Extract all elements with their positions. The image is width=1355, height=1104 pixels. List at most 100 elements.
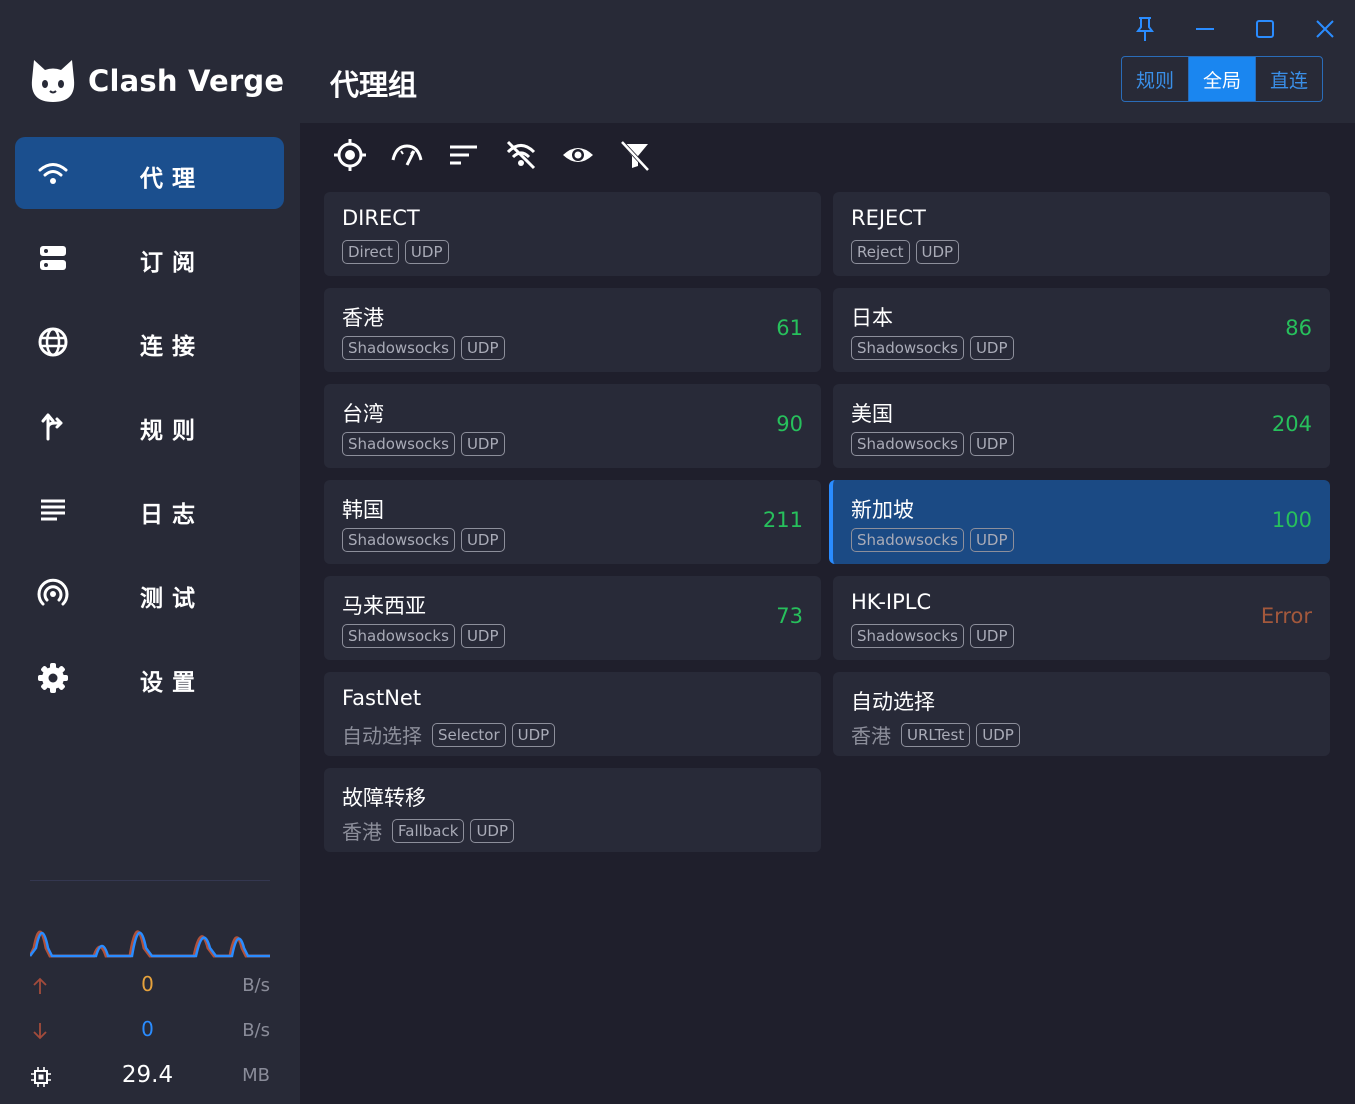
proxy-name: HK-IPLC [851, 590, 932, 614]
mode-global-button[interactable]: 全局 [1188, 57, 1255, 101]
download-speed: 0 [141, 1017, 154, 1041]
sidebar-item-settings[interactable]: 设置 [15, 641, 284, 713]
proxy-group-fallback[interactable]: 故障转移 香港 Fallback UDP [324, 768, 821, 852]
udp-tag: UDP [969, 336, 1014, 360]
proxy-name: 自动选择 [851, 690, 935, 714]
filter-off-icon[interactable] [618, 138, 652, 172]
udp-tag: UDP [969, 432, 1014, 456]
current-selection: 香港 [851, 724, 891, 748]
udp-tag: UDP [470, 818, 515, 843]
udp-tag: UDP [404, 240, 449, 264]
sort-icon[interactable] [447, 138, 481, 172]
locate-icon[interactable] [333, 138, 367, 172]
sidebar-item-label: 订阅 [140, 250, 204, 276]
pin-icon[interactable] [1130, 14, 1160, 44]
proxy-delay[interactable]: 73 [776, 604, 803, 628]
proxy-tags: Shadowsocks UDP [342, 336, 511, 360]
proxy-card-korea[interactable]: 韩国 Shadowsocks UDP 211 [324, 480, 821, 564]
minimize-icon[interactable] [1190, 14, 1220, 44]
sidebar-item-logs[interactable]: 日志 [15, 473, 284, 545]
upload-row: 0 B/s [30, 972, 270, 1002]
download-row: 0 B/s [30, 1017, 270, 1047]
sidebar-item-label: 连接 [140, 334, 204, 360]
proxy-delay-error[interactable]: Error [1261, 604, 1312, 628]
proxy-card-singapore[interactable]: 新加坡 Shadowsocks UDP 100 [829, 480, 1330, 564]
radar-icon [37, 578, 69, 606]
sidebar-nav: 代理 订阅 连接 规则 日志 测试 设置 [15, 137, 284, 725]
proxy-tags: Reject UDP [851, 240, 965, 264]
memory-row: 29.4 MB [30, 1062, 270, 1092]
proxy-card-direct[interactable]: DIRECT Direct UDP [324, 192, 821, 276]
proxy-group-fastnet[interactable]: FastNet 自动选择 Selector UDP [324, 672, 821, 756]
udp-tag: UDP [460, 528, 505, 552]
sidebar-item-label: 设置 [140, 670, 204, 696]
traffic-graph [30, 930, 270, 958]
sidebar-item-proxy[interactable]: 代理 [15, 137, 284, 209]
proxy-type-tag: URLTest [901, 722, 971, 747]
udp-tag: UDP [460, 336, 505, 360]
page-title: 代理组 [330, 68, 418, 102]
proxy-name: 美国 [851, 402, 893, 426]
proxy-name: 故障转移 [342, 786, 426, 810]
proxy-card-japan[interactable]: 日本 Shadowsocks UDP 86 [833, 288, 1330, 372]
sidebar-item-label: 测试 [140, 586, 204, 612]
current-selection: 自动选择 [342, 724, 422, 748]
proxy-tags: Shadowsocks UDP [851, 432, 1020, 456]
sidebar-item-connections[interactable]: 连接 [15, 305, 284, 377]
proxy-card-malaysia[interactable]: 马来西亚 Shadowsocks UDP 73 [324, 576, 821, 660]
list-icon [41, 499, 65, 521]
proxy-group-auto-select[interactable]: 自动选择 香港 URLTest UDP [833, 672, 1330, 756]
proxy-name: FastNet [342, 686, 422, 710]
proxy-type-tag: Fallback [392, 818, 465, 843]
sidebar-item-subscription[interactable]: 订阅 [15, 221, 284, 293]
maximize-icon[interactable] [1250, 14, 1280, 44]
sidebar-item-test[interactable]: 测试 [15, 557, 284, 629]
proxy-card-reject[interactable]: REJECT Reject UDP [833, 192, 1330, 276]
window-controls [1130, 14, 1340, 44]
proxy-card-usa[interactable]: 美国 Shadowsocks UDP 204 [833, 384, 1330, 468]
proxy-tags: Shadowsocks UDP [342, 624, 511, 648]
proxy-name: 日本 [851, 306, 893, 330]
proxy-card-taiwan[interactable]: 台湾 Shadowsocks UDP 90 [324, 384, 821, 468]
memory-unit: MB [242, 1065, 270, 1086]
proxy-delay[interactable]: 61 [776, 316, 803, 340]
speed-test-icon[interactable] [390, 138, 424, 172]
proxy-name: REJECT [851, 206, 926, 230]
sidebar-item-rules[interactable]: 规则 [15, 389, 284, 461]
proxy-type-tag: Direct [342, 240, 399, 264]
proxy-delay[interactable]: 90 [776, 412, 803, 436]
app-name: Clash Verge [88, 64, 285, 98]
gear-icon [38, 663, 68, 693]
view-icon[interactable] [561, 138, 595, 172]
sidebar: Clash Verge 代理 订阅 连接 规则 日志 测试 设置 0 B/s 0… [0, 0, 300, 1104]
cat-logo-icon [31, 60, 75, 102]
hide-unavailable-icon[interactable] [504, 138, 538, 172]
proxy-delay[interactable]: 204 [1272, 412, 1312, 436]
memory-usage: 29.4 [121, 1062, 174, 1088]
proxy-tags: Shadowsocks UDP [851, 528, 1020, 552]
proxy-type-tag: Selector [432, 722, 506, 747]
download-unit: B/s [242, 1020, 270, 1041]
udp-tag: UDP [460, 624, 505, 648]
proxy-tags: Direct UDP [342, 240, 455, 264]
proxy-delay[interactable]: 211 [763, 508, 803, 532]
proxy-card-hk-iplc[interactable]: HK-IPLC Shadowsocks UDP Error [833, 576, 1330, 660]
proxy-tags: 香港 Fallback UDP [342, 816, 520, 845]
proxy-type-tag: Shadowsocks [851, 432, 964, 456]
mode-rule-button[interactable]: 规则 [1122, 57, 1188, 101]
proxy-delay[interactable]: 86 [1285, 316, 1312, 340]
proxy-type-tag: Shadowsocks [851, 624, 964, 648]
proxy-name: 台湾 [342, 402, 384, 426]
fork-icon [41, 413, 63, 441]
udp-tag: UDP [915, 240, 960, 264]
proxy-type-tag: Shadowsocks [342, 432, 455, 456]
proxy-name: 香港 [342, 306, 384, 330]
close-icon[interactable] [1310, 14, 1340, 44]
current-selection: 香港 [342, 820, 382, 844]
proxy-delay[interactable]: 100 [1272, 508, 1312, 532]
mode-direct-button[interactable]: 直连 [1255, 57, 1322, 101]
proxy-type-tag: Shadowsocks [851, 528, 964, 552]
server-icon [40, 246, 66, 270]
proxy-card-hongkong[interactable]: 香港 Shadowsocks UDP 61 [324, 288, 821, 372]
proxy-type-tag: Shadowsocks [342, 624, 455, 648]
